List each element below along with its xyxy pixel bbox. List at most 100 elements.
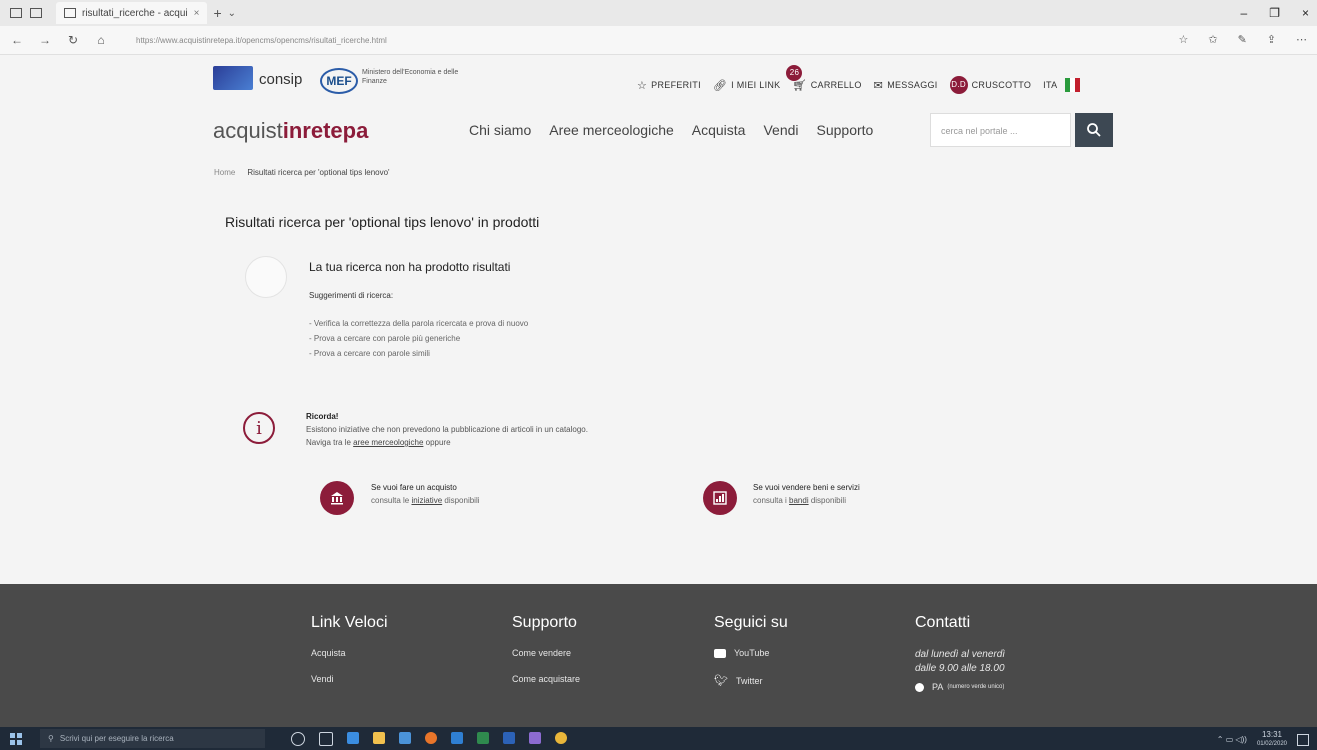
breadcrumb-home[interactable]: Home bbox=[214, 168, 235, 177]
search-icon: ⚲ bbox=[48, 734, 54, 743]
share-icon[interactable]: ⇪ bbox=[1267, 33, 1276, 46]
footer-contacts-title: Contatti bbox=[915, 614, 971, 631]
footer-quick-links: Link Veloci Acquista Vendi bbox=[311, 614, 388, 700]
footer: Link Veloci Acquista Vendi Supporto Come… bbox=[0, 584, 1317, 727]
main-navigation: Chi siamo Aree merceologiche Acquista Ve… bbox=[469, 122, 873, 138]
cart-link[interactable]: 26 🛒︎ CARRELLO bbox=[786, 64, 861, 92]
contact-pa[interactable]: PA (numero verde unico) bbox=[915, 682, 1005, 692]
footer-link-twitter[interactable]: 🐦︎ Twitter bbox=[714, 674, 788, 687]
suggestions-list: - Verifica la correttezza della parola r… bbox=[309, 316, 528, 361]
consip-logo[interactable] bbox=[213, 66, 253, 90]
language-selector[interactable]: ITA bbox=[1043, 78, 1081, 92]
aree-merceologiche-link[interactable]: aree merceologiche bbox=[353, 438, 423, 447]
new-tab-button[interactable]: + bbox=[213, 5, 221, 21]
footer-link-come-acquistare[interactable]: Come acquistare bbox=[512, 674, 580, 684]
bandi-link[interactable]: bandi bbox=[789, 496, 809, 505]
sell-cta-line: consulta i bandi disponibili bbox=[753, 494, 860, 507]
youtube-icon bbox=[714, 648, 726, 658]
tab-menu-icon[interactable]: ⌄ bbox=[228, 8, 236, 19]
remember-line-2: Naviga tra le aree merceologiche oppure bbox=[306, 436, 588, 449]
taskbar-search-label: Scrivi qui per eseguire la ricerca bbox=[59, 734, 174, 743]
my-links-link[interactable]: 🔗︎ I MIEI LINK bbox=[713, 79, 781, 92]
system-tray: ⌃ ▭ ◁)) 13:31 01/02/2020 bbox=[1217, 731, 1309, 748]
no-result-message: La tua ricerca non ha prodotto risultati bbox=[309, 260, 511, 274]
tab-title: risultati_ricerche - acqui bbox=[82, 7, 188, 19]
task-view-icon[interactable] bbox=[319, 731, 333, 746]
refresh-icon[interactable]: ↻ bbox=[62, 33, 84, 47]
breadcrumb-current: Risultati ricerca per 'optional tips len… bbox=[247, 168, 390, 177]
favorites-list-icon[interactable]: ✩ bbox=[1208, 33, 1217, 46]
minimize-button[interactable]: – bbox=[1241, 6, 1248, 20]
cart-count-badge: 26 bbox=[786, 64, 803, 81]
suggestions-title: Suggerimenti di ricerca: bbox=[309, 291, 394, 300]
cortana-icon[interactable] bbox=[291, 731, 305, 746]
tab-groups-icon[interactable] bbox=[30, 8, 42, 18]
mef-logo[interactable]: MEF bbox=[320, 68, 358, 94]
more-icon[interactable]: ⋯ bbox=[1296, 33, 1307, 46]
tab-close-icon[interactable]: × bbox=[194, 8, 200, 19]
language-label: ITA bbox=[1043, 80, 1058, 90]
tray-icons[interactable]: ⌃ ▭ ◁)) bbox=[1217, 735, 1247, 744]
iniziative-link[interactable]: iniziative bbox=[411, 496, 442, 505]
twitter-label: Twitter bbox=[735, 675, 763, 686]
dashboard-link[interactable]: D.D CRUSCOTTO bbox=[949, 76, 1032, 94]
utility-links: ☆ PREFERITI 🔗︎ I MIEI LINK 26 🛒︎ CARRELL… bbox=[637, 64, 1081, 94]
nav-supporto[interactable]: Supporto bbox=[817, 122, 874, 138]
store-icon[interactable] bbox=[399, 731, 411, 744]
nav-vendi[interactable]: Vendi bbox=[763, 122, 798, 138]
star-icon: ☆ bbox=[637, 79, 648, 92]
clock-date: 01/02/2020 bbox=[1256, 741, 1287, 747]
word-icon[interactable] bbox=[503, 731, 515, 744]
app-icon[interactable] bbox=[529, 731, 541, 744]
footer-link-vendi[interactable]: Vendi bbox=[311, 674, 388, 684]
mail-icon[interactable] bbox=[451, 731, 463, 744]
preferiti-link[interactable]: ☆ PREFERITI bbox=[637, 79, 701, 92]
maximize-button[interactable]: ❐ bbox=[1269, 6, 1280, 20]
clock[interactable]: 13:31 01/02/2020 bbox=[1257, 731, 1287, 748]
footer-link-youtube[interactable]: YouTube bbox=[714, 648, 788, 658]
nav-chi-siamo[interactable]: Chi siamo bbox=[469, 122, 531, 138]
nav-aree-merceologiche[interactable]: Aree merceologiche bbox=[549, 122, 674, 138]
home-icon[interactable]: ⌂ bbox=[90, 33, 112, 47]
search-input[interactable]: cerca nel portale ... bbox=[930, 113, 1071, 147]
notes-icon[interactable]: ✎ bbox=[1238, 33, 1247, 46]
brand-suffix: pa bbox=[342, 118, 369, 143]
messages-label: MESSAGGI bbox=[887, 80, 938, 90]
contact-pa-note: (numero verde unico) bbox=[947, 684, 1005, 690]
sell-cta-prefix: consulta i bbox=[753, 496, 790, 505]
info-icon: i bbox=[243, 412, 275, 444]
brand-bold: inrete bbox=[282, 118, 343, 143]
notifications-icon[interactable] bbox=[1297, 733, 1309, 746]
messages-link[interactable]: ✉ MESSAGGI bbox=[874, 79, 938, 92]
nav-acquista[interactable]: Acquista bbox=[692, 122, 746, 138]
sell-cta: Se vuoi vendere beni e servizi consulta … bbox=[753, 481, 860, 507]
youtube-label: YouTube bbox=[734, 648, 770, 658]
firefox-icon[interactable] bbox=[425, 731, 437, 744]
avatar: D.D bbox=[949, 76, 968, 94]
forward-icon[interactable]: → bbox=[34, 33, 56, 47]
back-icon[interactable]: ← bbox=[6, 33, 28, 47]
footer-link-acquista[interactable]: Acquista bbox=[311, 648, 388, 658]
url-field[interactable]: https://www.acquistinretepa.it/opencms/o… bbox=[136, 36, 387, 45]
footer-link-come-vendere[interactable]: Come vendere bbox=[512, 648, 580, 658]
buy-bank-icon bbox=[320, 481, 354, 515]
file-explorer-icon[interactable] bbox=[373, 731, 385, 744]
suggestion-item: - Prova a cercare con parole più generic… bbox=[309, 334, 461, 343]
consip-wordmark[interactable]: consip bbox=[259, 71, 302, 88]
contact-days: dal lunedì al venerdì bbox=[915, 649, 1006, 660]
taskbar-search[interactable]: ⚲ Scrivi qui per eseguire la ricerca bbox=[40, 729, 265, 748]
search-button[interactable] bbox=[1075, 113, 1113, 147]
site-logo[interactable]: acquistinretepa bbox=[213, 118, 368, 144]
edge-icon[interactable] bbox=[347, 731, 359, 744]
message-icon: ✉ bbox=[873, 79, 884, 92]
favorite-icon[interactable]: ☆ bbox=[1178, 33, 1188, 46]
breadcrumb: Home Risultati ricerca per 'optional tip… bbox=[214, 168, 390, 177]
close-window-button[interactable]: × bbox=[1302, 6, 1309, 20]
browser-tab[interactable]: risultati_ricerche - acqui × bbox=[56, 2, 208, 24]
excel-icon[interactable] bbox=[477, 731, 489, 744]
preferiti-label: PREFERITI bbox=[651, 80, 701, 90]
tab-actions-icon[interactable] bbox=[10, 8, 22, 18]
chrome-icon[interactable] bbox=[555, 731, 567, 744]
windows-start-icon[interactable] bbox=[10, 732, 22, 745]
suggestion-item: - Prova a cercare con parole simili bbox=[309, 349, 430, 358]
